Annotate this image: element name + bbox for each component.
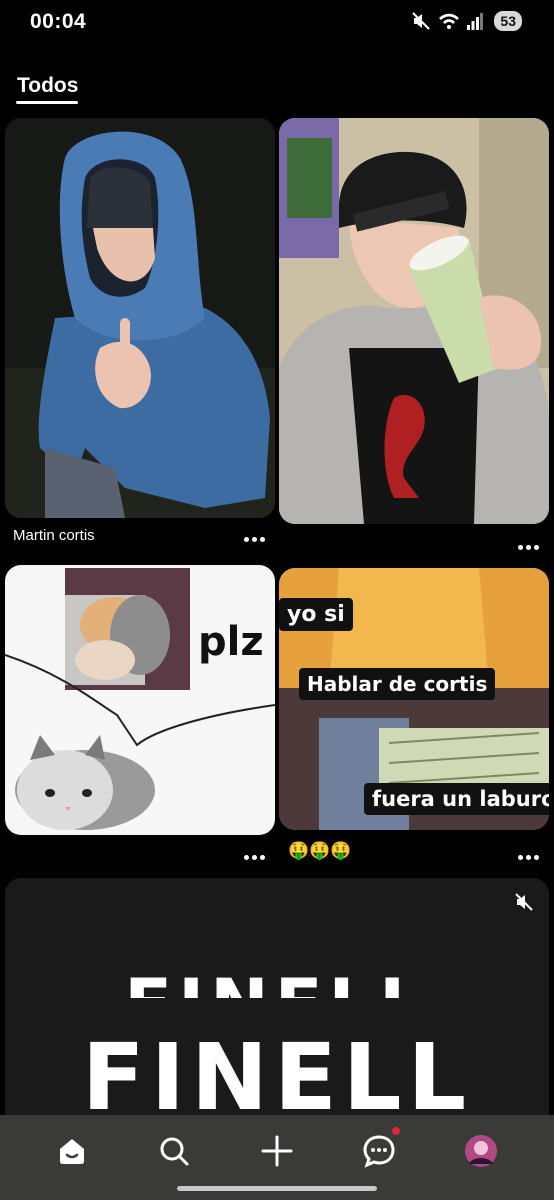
video-mute-icon[interactable] — [514, 892, 534, 917]
messages-icon[interactable] — [359, 1131, 399, 1171]
tab-todos[interactable]: Todos — [17, 74, 78, 98]
wifi-icon — [438, 12, 460, 30]
video-title-text: FINELL — [0, 950, 554, 998]
search-icon[interactable] — [154, 1131, 194, 1171]
pin-caption[interactable]: 🤑🤑🤑 — [288, 841, 352, 861]
pin-blue-hoodie[interactable] — [5, 118, 275, 518]
meme-text-plz: plz — [198, 619, 264, 665]
pin-kittens-plz-image — [5, 565, 275, 835]
status-icons: 53 — [411, 11, 522, 31]
status-bar: 00:04 53 — [0, 0, 554, 48]
status-time: 00:04 — [30, 10, 87, 33]
home-indicator — [177, 1186, 377, 1191]
pin-beanie-drink[interactable] — [279, 118, 549, 524]
more-options-button[interactable] — [244, 849, 268, 860]
mute-icon — [411, 11, 431, 31]
pin-caption[interactable]: Martin cortis — [13, 527, 95, 544]
home-icon[interactable] — [52, 1131, 92, 1171]
pin-beanie-drink-image — [279, 118, 549, 524]
meme-text-line: yo si — [279, 598, 353, 631]
profile-avatar[interactable] — [461, 1131, 501, 1171]
pin-blue-hoodie-image — [5, 118, 275, 518]
more-options-button[interactable] — [244, 531, 268, 542]
tab-selected-indicator — [16, 101, 78, 104]
video-title-text: FINELL — [81, 1032, 473, 1115]
meme-text-line: fuera un laburo — [364, 783, 549, 815]
notification-dot — [392, 1127, 400, 1135]
create-icon[interactable] — [257, 1131, 297, 1171]
pin-kittens-plz[interactable]: plz — [5, 565, 275, 835]
more-options-button[interactable] — [518, 539, 542, 550]
more-options-button[interactable] — [518, 849, 542, 860]
battery-icon: 53 — [494, 11, 522, 31]
pin-money-meme[interactable]: yo si Hablar de cortis fuera un laburo — [279, 568, 549, 830]
meme-text-line: Hablar de cortis — [299, 668, 496, 700]
signal-icon — [467, 12, 484, 30]
